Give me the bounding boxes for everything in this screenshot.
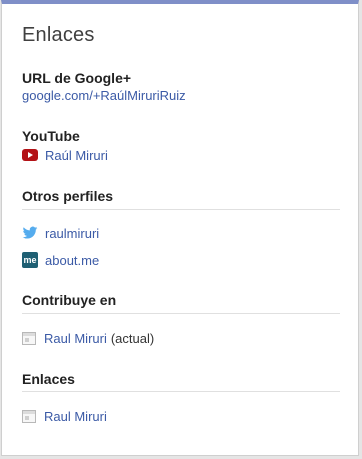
youtube-link[interactable]: Raúl Miruri — [45, 148, 108, 163]
links-item[interactable]: Raul Miruri — [22, 407, 107, 425]
twitter-icon — [22, 226, 38, 239]
google-plus-url-link[interactable]: google.com/+RaúlMiruriRuiz — [22, 88, 186, 103]
profile-item-twitter[interactable]: raulmiruri — [22, 224, 99, 242]
contributes-heading: Contribuye en — [22, 292, 117, 308]
contributes-link[interactable]: Raul Miruri — [44, 331, 107, 346]
other-profiles-heading: Otros perfiles — [22, 188, 114, 204]
aboutme-link[interactable]: about.me — [45, 253, 99, 268]
aboutme-icon: me — [22, 252, 38, 268]
google-plus-heading: URL de Google+ — [22, 70, 132, 86]
contributes-item[interactable]: Raul Miruri (actual) — [22, 329, 154, 347]
youtube-heading: YouTube — [22, 128, 80, 144]
links-card: Enlaces URL de Google+ google.com/+RaúlM… — [1, 0, 359, 456]
divider — [22, 209, 340, 210]
profile-item-aboutme[interactable]: me about.me — [22, 251, 99, 269]
card-title: Enlaces — [22, 24, 95, 46]
youtube-icon — [22, 149, 38, 161]
twitter-link[interactable]: raulmiruri — [45, 226, 99, 241]
page-icon — [22, 409, 36, 423]
links-item-link[interactable]: Raul Miruri — [44, 409, 107, 424]
divider — [22, 313, 340, 314]
youtube-row[interactable]: Raúl Miruri — [22, 146, 108, 164]
page-icon — [22, 331, 36, 345]
current-label: (actual) — [110, 330, 155, 346]
divider — [22, 391, 340, 392]
links-heading: Enlaces — [22, 371, 75, 387]
